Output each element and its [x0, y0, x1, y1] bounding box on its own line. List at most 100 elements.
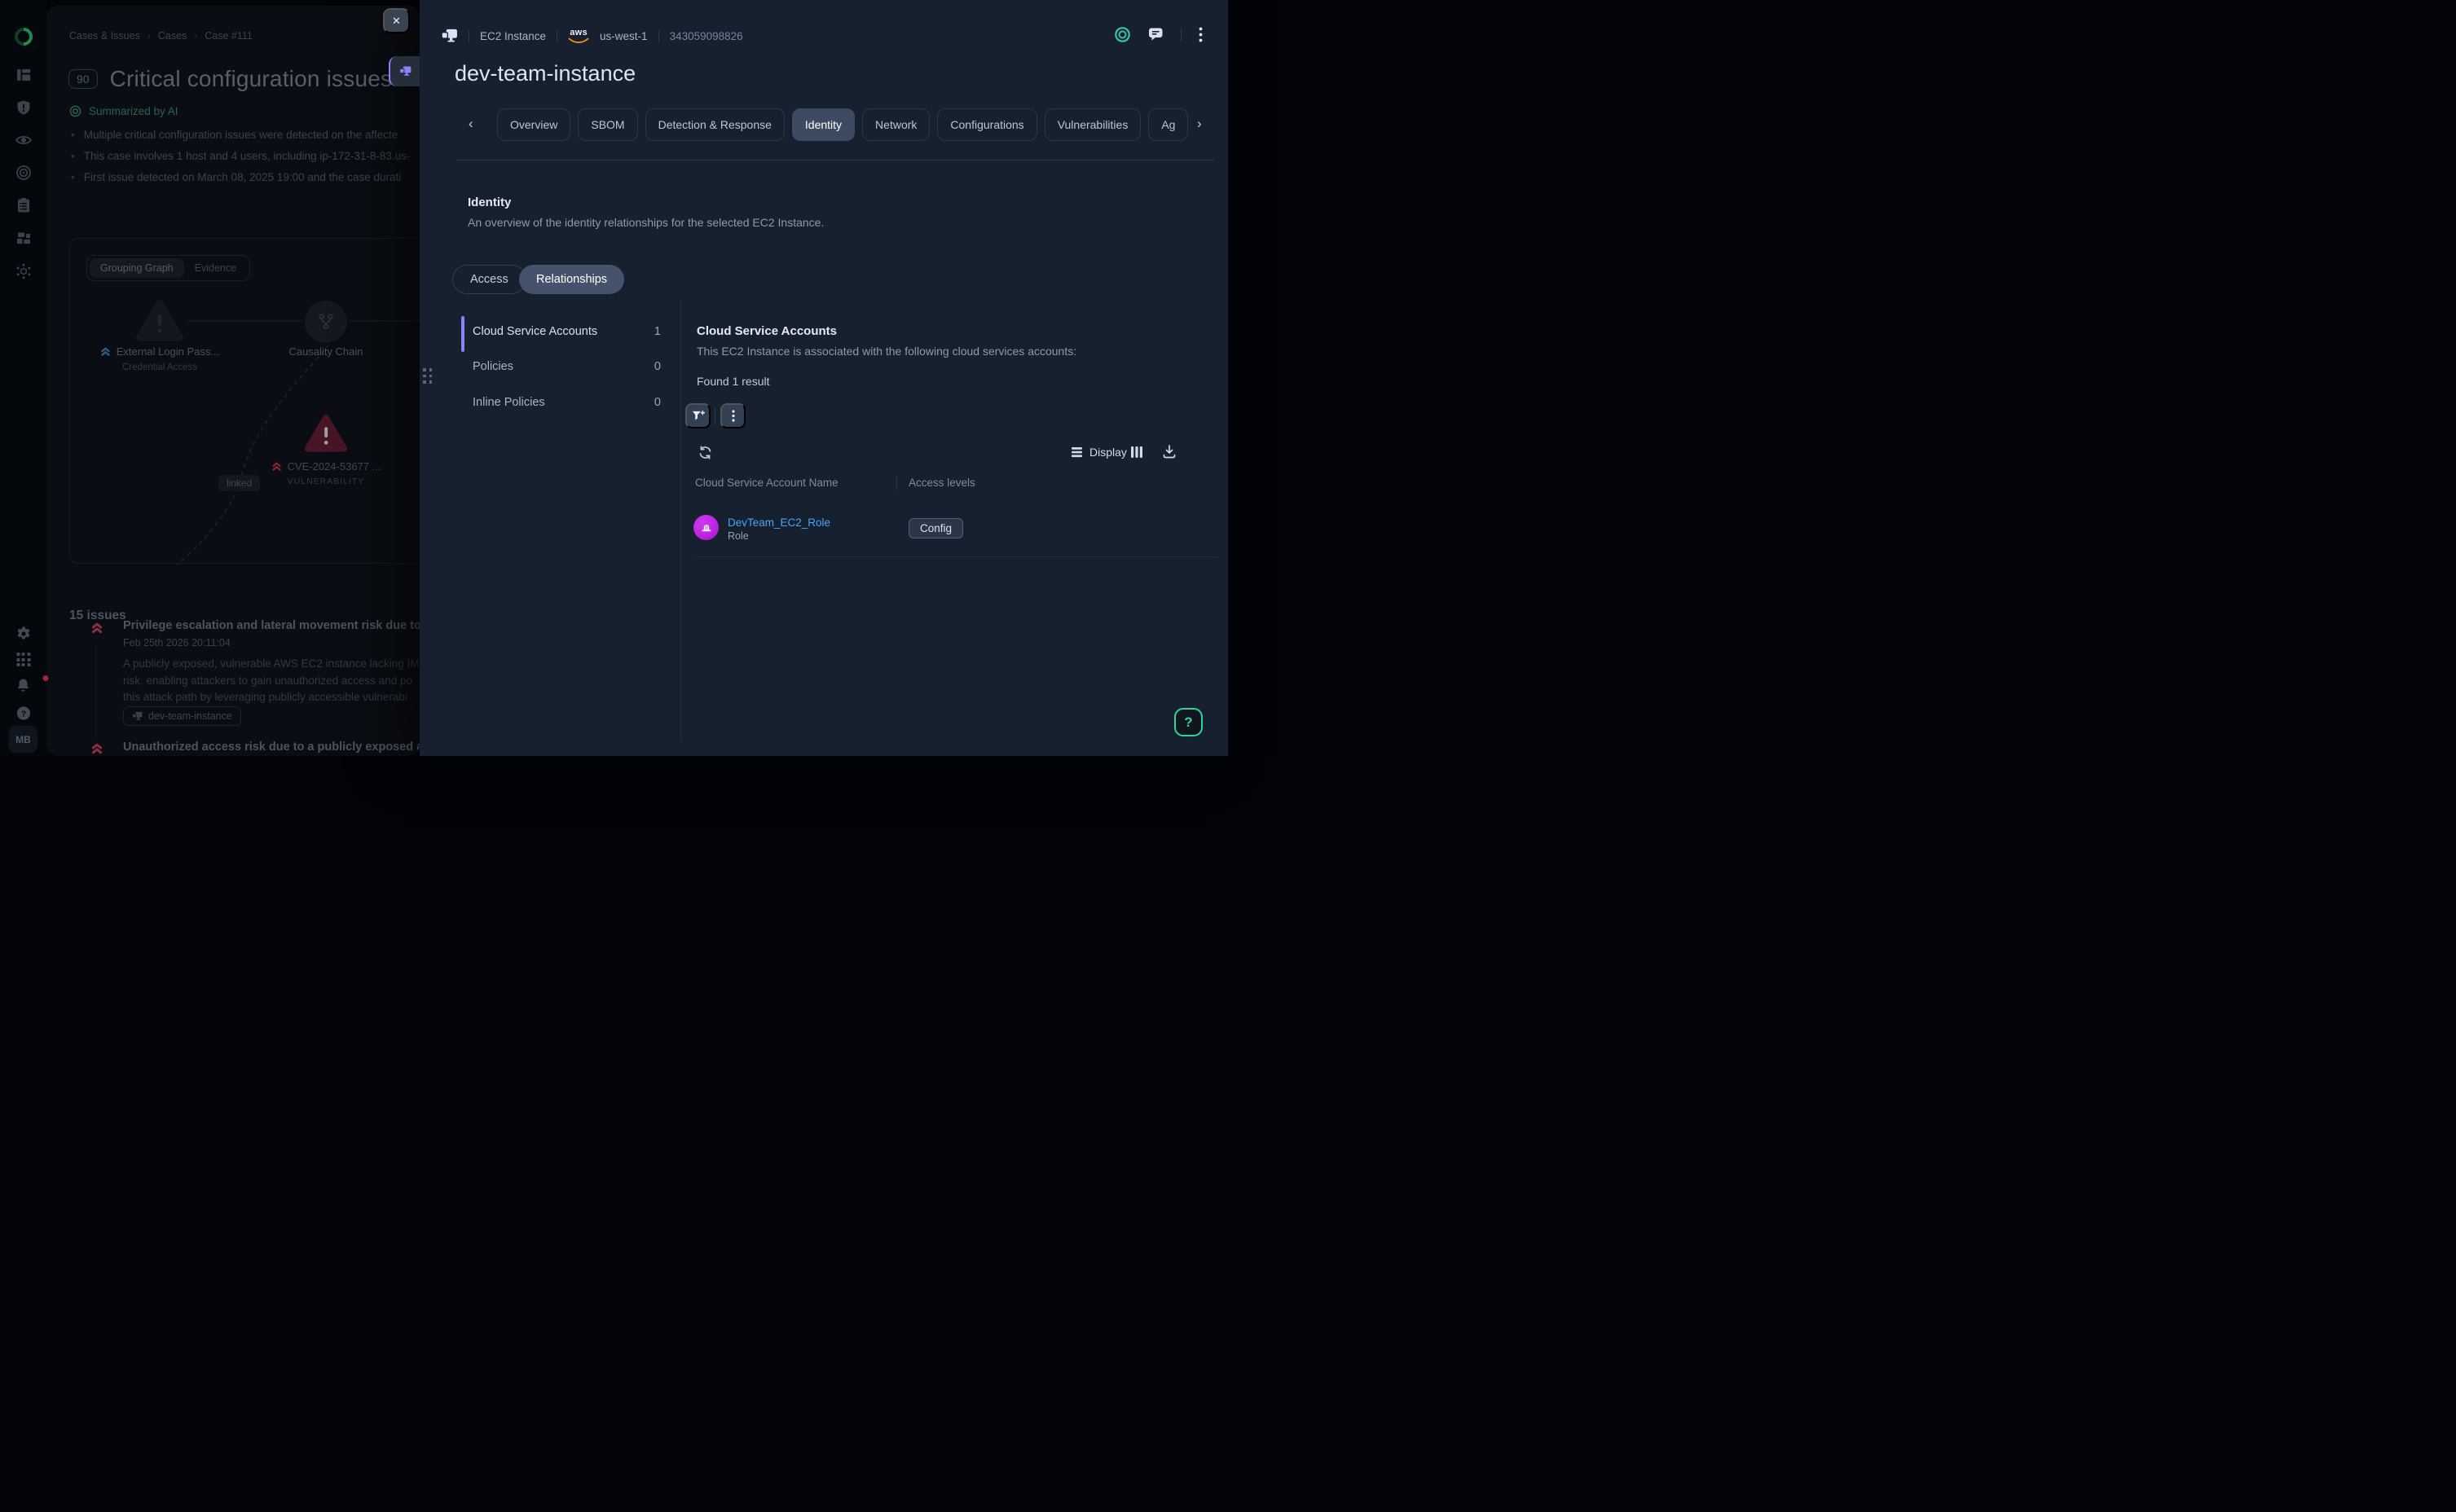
kebab-icon	[732, 410, 735, 422]
panel-actions	[1114, 22, 1203, 46]
account-id: 343059098826	[670, 30, 743, 42]
git-branch-icon	[316, 312, 336, 332]
list-item-cloud-service-accounts[interactable]: Cloud Service Accounts 1	[461, 321, 661, 342]
tab-configurations[interactable]: Configurations	[937, 108, 1037, 141]
account-name-link[interactable]: DevTeam_EC2_Role	[728, 516, 830, 529]
result-count: Found 1 result	[697, 375, 770, 388]
help-button[interactable]: ?	[1174, 708, 1203, 736]
nav-inventory-blocks-icon[interactable]	[15, 231, 32, 247]
toggle-relationships[interactable]: Relationships	[519, 265, 624, 294]
more-filters-button[interactable]	[720, 403, 746, 429]
breadcrumb: Cases & Issues › Cases › Case #111	[69, 30, 253, 42]
ec2-monitor-icon	[441, 29, 458, 43]
issue-thread-line	[95, 644, 96, 739]
nav-compliance-clipboard-icon[interactable]	[15, 197, 32, 213]
left-nav-rail: ? MB	[0, 0, 46, 756]
settings-gear-icon[interactable]	[15, 626, 32, 642]
cve-node-label[interactable]: CVE-2024-53677 ...	[261, 460, 391, 472]
tab-vulnerabilities[interactable]: Vulnerabilities	[1045, 108, 1142, 141]
tabs-scroll-right[interactable]: ›	[1197, 116, 1202, 132]
toggle-access[interactable]: Access	[452, 265, 526, 294]
notifications-bell-icon[interactable]	[0, 678, 46, 693]
list-detail-divider	[680, 300, 681, 742]
orca-logo-icon[interactable]	[14, 27, 33, 46]
severity-chevrons-icon	[100, 346, 111, 357]
tab-detection-response[interactable]: Detection & Response	[645, 108, 785, 141]
list-item-policies[interactable]: Policies 0	[461, 356, 661, 377]
case-title: Critical configuration issues	[110, 66, 393, 92]
ai-summary-icon	[69, 105, 81, 117]
issue-timestamp: Feb 25th 2026 20:11:04	[123, 637, 231, 648]
issue-description: A publicly exposed, vulnerable AWS EC2 i…	[123, 656, 419, 706]
severity-chevrons-icon	[271, 461, 282, 472]
nav-visibility-eye-icon[interactable]	[15, 132, 33, 148]
access-level-chip[interactable]: Config	[909, 518, 963, 538]
causality-chain-label[interactable]: Causality Chain	[269, 345, 383, 358]
warning-triangle-node[interactable]	[134, 297, 186, 344]
breadcrumb-separator: ›	[194, 30, 197, 42]
hard-hat-icon	[700, 521, 713, 534]
columns-icon[interactable]	[1130, 446, 1143, 459]
kebab-menu-icon[interactable]	[1199, 27, 1203, 42]
nav-hive-icon[interactable]	[15, 263, 32, 279]
tab-sbom[interactable]: SBOM	[578, 108, 637, 141]
nav-dashboard-icon[interactable]	[15, 67, 32, 83]
case-detail-panel: Cases & Issues › Cases › Case #111 90 Cr…	[46, 6, 420, 756]
asset-panel-notch[interactable]	[389, 56, 420, 86]
ai-radar-icon[interactable]	[1114, 26, 1131, 43]
download-icon[interactable]	[1162, 444, 1177, 459]
region-label: us-west-1	[600, 30, 648, 42]
breadcrumb-case-111[interactable]: Case #111	[205, 30, 253, 42]
detail-heading: Cloud Service Accounts	[697, 324, 837, 338]
panel-resize-handle[interactable]	[423, 368, 432, 384]
severity-critical-icon	[90, 742, 103, 754]
ai-summary-label: Summarized by AI	[89, 105, 178, 117]
tab-identity[interactable]: Identity	[792, 108, 855, 141]
external-login-node-label[interactable]: External Login Pass...	[95, 345, 225, 358]
close-panel-button[interactable]: ✕	[383, 8, 410, 33]
cve-warning-triangle-node[interactable]	[302, 412, 350, 455]
asset-tag-chip[interactable]: dev-team-instance	[123, 706, 241, 726]
tabs-scroll-left[interactable]: ‹	[469, 116, 473, 132]
apps-grid-icon[interactable]	[16, 653, 30, 666]
close-icon: ✕	[392, 15, 401, 28]
tab-overview[interactable]: Overview	[497, 108, 570, 141]
nav-target-icon[interactable]	[15, 165, 32, 181]
display-button[interactable]: Display	[1072, 446, 1127, 459]
monitor-icon	[132, 711, 143, 721]
comments-icon[interactable]	[1148, 27, 1164, 42]
help-circle-icon[interactable]: ?	[15, 705, 31, 721]
user-avatar[interactable]: MB	[9, 726, 37, 753]
breadcrumb-cases[interactable]: Cases	[158, 30, 187, 42]
ai-bullet: This case involves 1 host and 4 users, i…	[71, 146, 410, 167]
refresh-icon[interactable]	[698, 445, 713, 460]
tab-agents[interactable]: Ag	[1148, 108, 1188, 141]
filter-button[interactable]	[685, 403, 711, 429]
rows-icon	[1072, 446, 1083, 458]
asset-title: dev-team-instance	[455, 61, 636, 86]
edge-label-linked: linked	[218, 475, 260, 491]
breadcrumb-separator: ›	[147, 30, 151, 42]
identity-section-heading: Identity	[468, 196, 511, 209]
filter-plus-icon	[692, 410, 705, 422]
asset-type-label: EC2 Instance	[480, 30, 546, 42]
asset-detail-panel: EC2 Instance aws us-west-1 343059098826	[420, 0, 1228, 756]
column-header-account-name[interactable]: Cloud Service Account Name	[695, 477, 838, 489]
aws-logo: aws	[568, 29, 589, 44]
row-divider	[693, 556, 1218, 557]
external-login-node-sublabel: Credential Access	[95, 363, 225, 372]
issue-title[interactable]: Unauthorized access risk due to a public…	[123, 741, 420, 754]
svg-text:?: ?	[20, 710, 25, 719]
tab-network[interactable]: Network	[862, 108, 930, 141]
asset-tabs: Overview SBOM Detection & Response Ident…	[497, 108, 1190, 143]
ai-bullet: Multiple critical configuration issues w…	[71, 125, 410, 146]
breadcrumb-cases-issues[interactable]: Cases & Issues	[69, 30, 140, 42]
monitor-icon	[399, 66, 412, 77]
issue-title[interactable]: Privilege escalation and lateral movemen…	[123, 619, 420, 632]
list-item-inline-policies[interactable]: Inline Policies 0	[461, 392, 661, 413]
nav-risks-shield-icon[interactable]	[15, 99, 32, 116]
column-header-access-levels[interactable]: Access levels	[909, 477, 975, 489]
causality-chain-node[interactable]	[305, 301, 347, 343]
detail-description: This EC2 Instance is associated with the…	[697, 345, 1076, 358]
grouping-graph-card: Grouping Graph Evidence External Login P…	[69, 238, 420, 564]
